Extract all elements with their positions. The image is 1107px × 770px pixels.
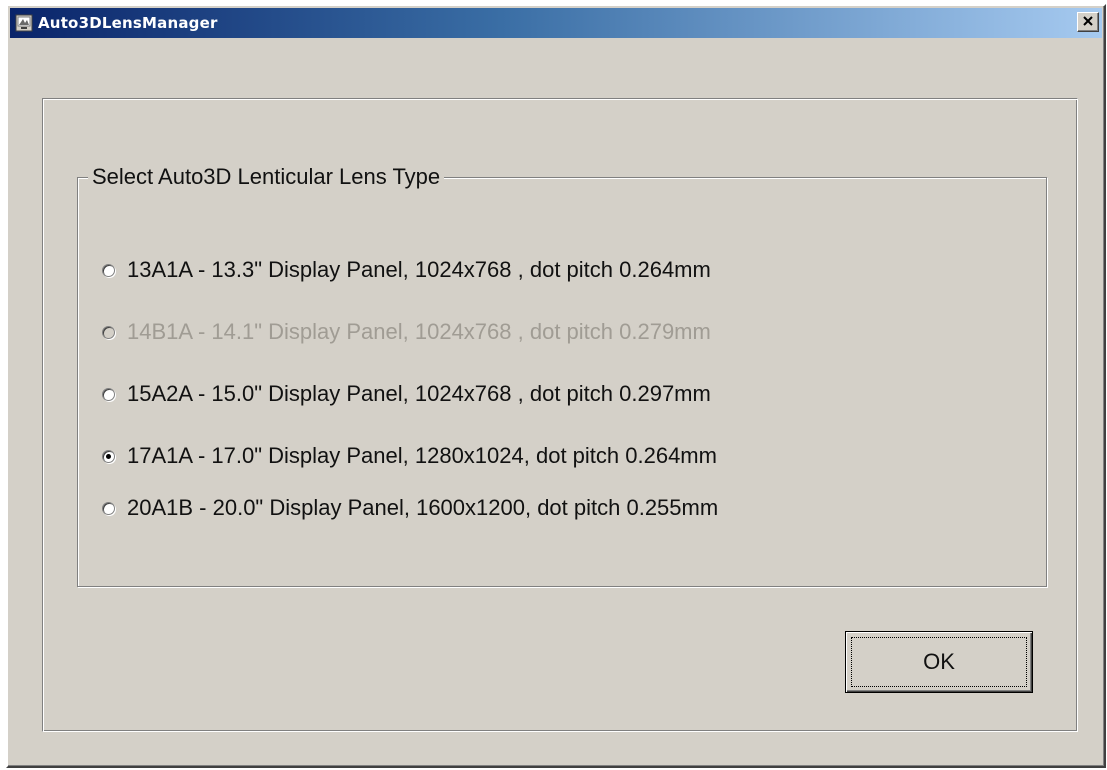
groupbox-legend: Select Auto3D Lenticular Lens Type <box>88 162 445 192</box>
lens-option-15a2a[interactable]: 15A2A - 15.0" Display Panel, 1024x768 , … <box>102 378 718 410</box>
lens-option-label: 14B1A - 14.1" Display Panel, 1024x768 , … <box>127 319 711 344</box>
radio-button[interactable] <box>102 263 115 277</box>
lens-option-13a1a[interactable]: 13A1A - 13.3" Display Panel, 1024x768 , … <box>102 254 718 286</box>
lens-option-17a1a[interactable]: 17A1A - 17.0" Display Panel, 1280x1024, … <box>102 440 718 472</box>
radio-button <box>102 325 115 339</box>
lens-option-label: 17A1A - 17.0" Display Panel, 1280x1024, … <box>127 443 717 468</box>
lens-option-list: 13A1A - 13.3" Display Panel, 1024x768 , … <box>102 254 718 524</box>
close-button[interactable] <box>1077 12 1099 32</box>
ok-button-label: OK <box>923 649 955 674</box>
lens-option-20a1b[interactable]: 20A1B - 20.0" Display Panel, 1600x1200, … <box>102 492 718 524</box>
radio-button[interactable] <box>102 387 115 401</box>
lens-option-14b1a: 14B1A - 14.1" Display Panel, 1024x768 , … <box>102 316 718 348</box>
lens-option-label: 20A1B - 20.0" Display Panel, 1600x1200, … <box>127 495 719 520</box>
radio-button-selected[interactable] <box>102 449 115 463</box>
close-icon <box>1083 13 1093 31</box>
dialog-panel: Select Auto3D Lenticular Lens Type 13A1A… <box>42 98 1078 732</box>
title-bar[interactable]: Auto3DLensManager <box>10 8 1102 38</box>
lens-option-label: 13A1A - 13.3" Display Panel, 1024x768 , … <box>127 257 711 282</box>
dialog-window: Auto3DLensManager Select Auto3D Lenticul… <box>6 4 1106 768</box>
window-title: Auto3DLensManager <box>38 14 218 32</box>
app-window-icon <box>14 13 34 33</box>
radio-button[interactable] <box>102 501 115 515</box>
lens-type-groupbox: Select Auto3D Lenticular Lens Type 13A1A… <box>77 162 1047 587</box>
ok-button[interactable]: OK <box>845 631 1033 693</box>
lens-option-label: 15A2A - 15.0" Display Panel, 1024x768 , … <box>127 381 711 406</box>
